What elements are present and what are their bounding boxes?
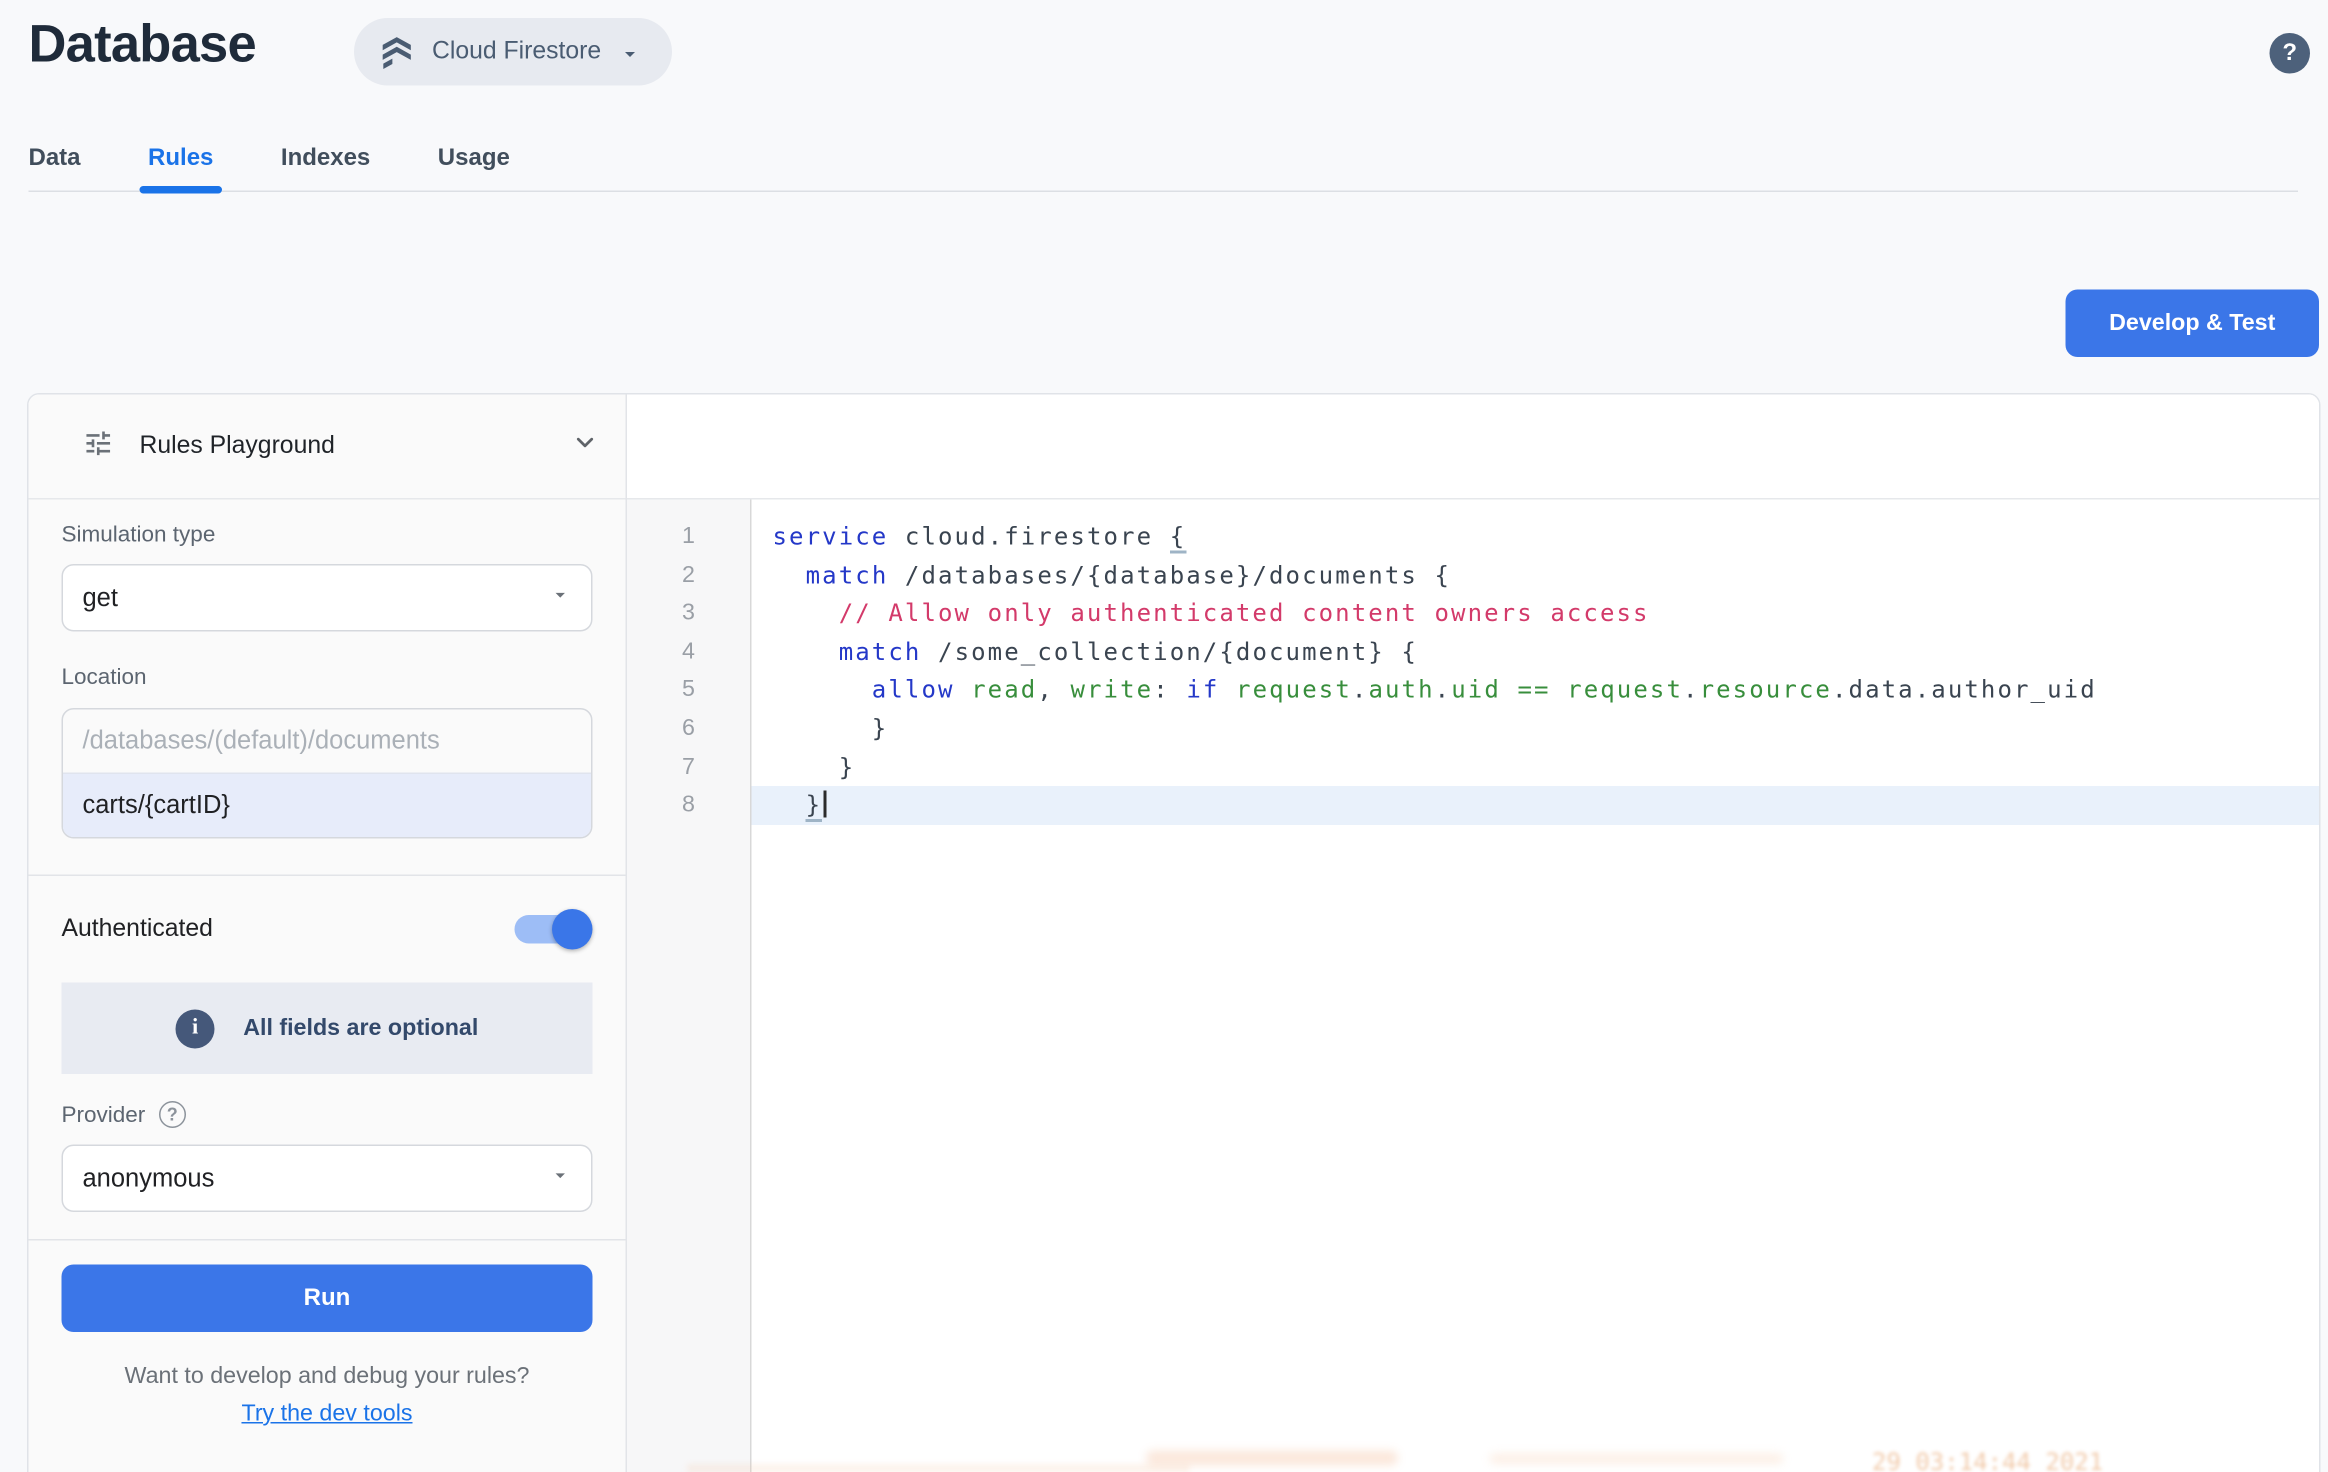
code-line[interactable]: allow read, write: if request.auth.uid =… [752,671,2320,709]
rules-editor-panel: 12345678 service cloud.firestore { match… [627,395,2319,1472]
rules-playground-title: Rules Playground [140,432,547,461]
editor-toolbar [627,395,2319,500]
page-title: Database [29,15,256,75]
toggle-thumb [552,909,593,950]
line-number: 7 [627,748,750,786]
tune-icon [83,427,115,466]
authenticated-row: Authenticated [62,909,593,950]
divider [29,875,626,877]
authenticated-toggle[interactable] [515,909,593,950]
line-number: 5 [627,671,750,709]
provider-help-icon[interactable]: ? [159,1101,186,1128]
editor-body: 12345678 service cloud.firestore { match… [627,500,2319,1472]
location-path-option[interactable]: carts/{cartID} [63,773,591,838]
rules-playground-panel: Rules Playground Simulation type get Loc… [29,395,628,1472]
provider-label: Provider [62,1102,146,1128]
dropdown-caret-icon [549,1163,572,1193]
tab-rules[interactable]: Rules [148,128,213,191]
rules-playground-body: Simulation type get Location carts/{cart… [29,500,626,1472]
editor-code-area[interactable]: service cloud.firestore { match /databas… [752,500,2320,1472]
line-number: 1 [627,518,750,556]
editor-gutter: 12345678 [627,500,752,1472]
code-line[interactable]: match /some_collection/{document} { [752,633,2320,671]
optional-fields-text: All fields are optional [243,1015,478,1042]
help-icon: ? [2282,40,2297,67]
tab-indexes[interactable]: Indexes [281,128,370,191]
location-group: carts/{cartID} [62,708,593,839]
page-header: Database Cloud Firestore ? [0,0,2328,105]
firestore-logo-icon [378,33,416,71]
product-selector-label: Cloud Firestore [432,38,601,67]
collapse-chevron-icon[interactable] [572,429,599,464]
rules-card: Rules Playground Simulation type get Loc… [27,393,2321,1472]
dropdown-caret-icon [618,38,642,65]
code-line[interactable]: service cloud.firestore { [752,518,2320,556]
code-line[interactable]: } [752,786,2320,824]
help-button[interactable]: ? [2270,33,2311,74]
product-selector[interactable]: Cloud Firestore [354,18,672,86]
tab-data[interactable]: Data [29,128,81,191]
code-line[interactable]: // Allow only authenticated content owne… [752,594,2320,632]
provider-select[interactable]: anonymous [62,1145,593,1213]
code-line[interactable]: } [752,709,2320,747]
line-number: 8 [627,786,750,824]
line-number: 4 [627,633,750,671]
tab-bar: Data Rules Indexes Usage [29,128,2299,193]
line-number: 6 [627,709,750,747]
text-cursor [824,791,827,818]
provider-label-row: Provider ? [62,1101,593,1128]
simulation-type-label: Simulation type [62,522,593,548]
firebase-database-rules-page: Database Cloud Firestore ? Data Rules In… [0,0,2328,1472]
tab-usage[interactable]: Usage [438,128,510,191]
rules-playground-header[interactable]: Rules Playground [29,395,626,500]
simulation-type-select[interactable]: get [62,564,593,632]
provider-value: anonymous [83,1163,550,1193]
code-line[interactable]: match /databases/{database}/documents { [752,556,2320,594]
location-input[interactable] [63,710,591,773]
dev-tools-link[interactable]: Try the dev tools [241,1401,412,1427]
info-icon: i [176,1009,215,1048]
divider [29,1239,626,1241]
dropdown-caret-icon [549,583,572,613]
simulation-type-value: get [83,583,550,613]
optional-fields-banner: i All fields are optional [62,983,593,1075]
dev-tools-prompt: Want to develop and debug your rules? [62,1364,593,1391]
code-line[interactable]: } [752,748,2320,786]
location-label: Location [62,665,593,691]
line-number: 2 [627,556,750,594]
line-number: 3 [627,594,750,632]
develop-test-button[interactable]: Develop & Test [2066,290,2320,358]
authenticated-label: Authenticated [62,915,515,944]
run-button[interactable]: Run [62,1265,593,1333]
